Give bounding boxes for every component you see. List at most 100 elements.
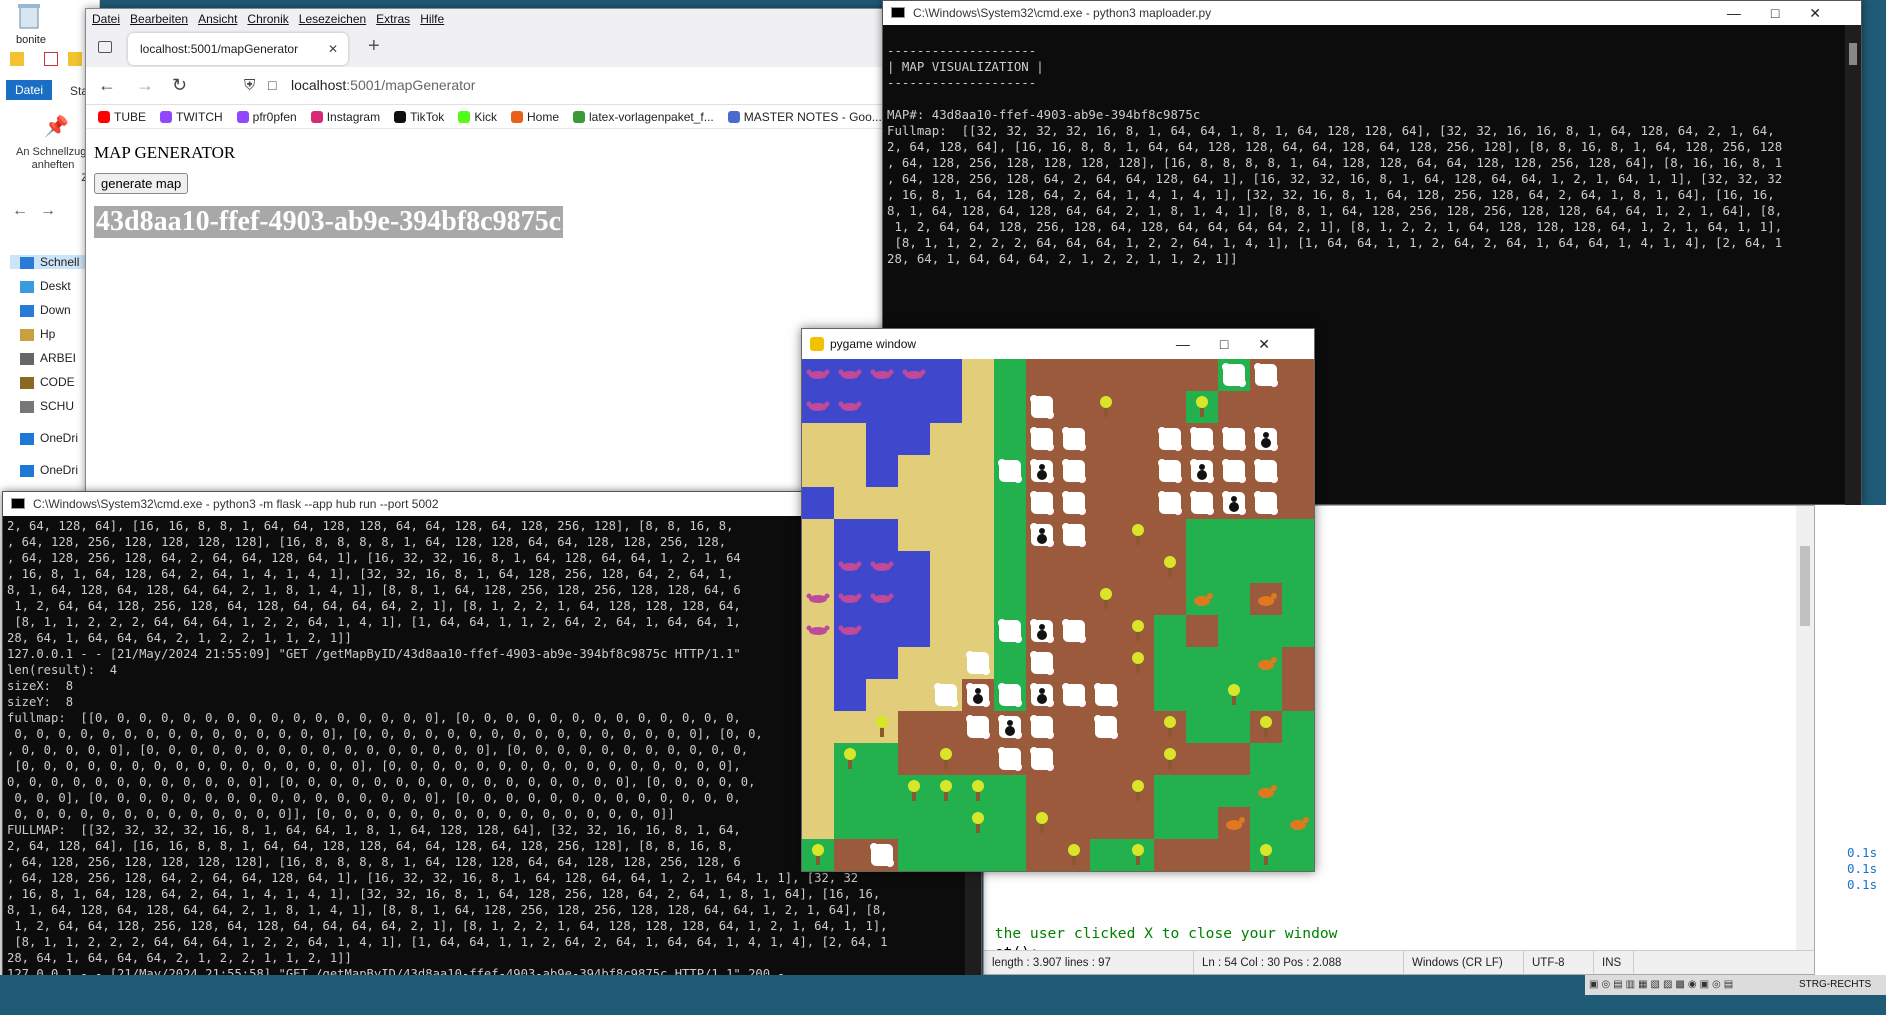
menu-item[interactable]: Datei bbox=[92, 12, 120, 26]
map-canvas[interactable] bbox=[802, 359, 1314, 871]
bookmark-item[interactable]: Home bbox=[510, 110, 559, 124]
map-tile bbox=[898, 519, 930, 551]
snow-blob bbox=[1174, 507, 1182, 515]
map-tile bbox=[994, 807, 1026, 839]
tree-crown bbox=[972, 812, 984, 824]
menu-item[interactable]: Chronik bbox=[247, 12, 288, 26]
map-tile bbox=[1186, 679, 1218, 711]
ribbon-tab-datei[interactable]: Datei bbox=[6, 80, 52, 100]
snow-blob bbox=[1030, 523, 1038, 531]
snow-blob bbox=[1206, 475, 1214, 483]
menu-item[interactable]: Ansicht bbox=[198, 12, 237, 26]
new-tab-icon[interactable]: + bbox=[368, 35, 380, 58]
menu-item[interactable]: Bearbeiten bbox=[130, 12, 188, 26]
bookmark-item[interactable]: Kick bbox=[458, 110, 497, 124]
cmd-titlebar: C:\Windows\System32\cmd.exe - python3 ma… bbox=[883, 1, 1861, 25]
map-tile bbox=[1154, 359, 1186, 391]
snow-blob bbox=[1174, 475, 1182, 483]
reload-icon[interactable]: ↻ bbox=[172, 75, 187, 96]
editor-scrollbar-thumb[interactable] bbox=[1800, 546, 1810, 626]
sidebar-item[interactable]: ARBEI bbox=[20, 351, 76, 365]
tray-icons[interactable]: ▣◎▤▥▦▧▨▩◉▣◎▤ bbox=[1589, 975, 1736, 995]
back-icon[interactable]: ← bbox=[98, 75, 116, 96]
status-field: INS bbox=[1594, 951, 1634, 974]
bookmark-item[interactable]: TikTok bbox=[394, 110, 444, 124]
map-tile bbox=[1122, 679, 1154, 711]
page-info-icon[interactable]: □ bbox=[268, 77, 276, 93]
sidebar-item[interactable]: OneDri bbox=[20, 431, 78, 445]
tree-crown bbox=[1132, 620, 1144, 632]
snow-blob bbox=[1014, 635, 1022, 643]
menu-item[interactable]: Hilfe bbox=[420, 12, 444, 26]
tab-list-icon[interactable] bbox=[98, 41, 112, 53]
map-tile bbox=[802, 455, 834, 487]
map-tile bbox=[1090, 487, 1122, 519]
sidebar-item[interactable]: Down bbox=[20, 303, 71, 317]
recycle-bin-icon[interactable] bbox=[12, 2, 46, 32]
snow-tile bbox=[1062, 523, 1086, 547]
tree-crown bbox=[876, 716, 888, 728]
snow-blob bbox=[982, 667, 990, 675]
bookmark-item[interactable]: latex-vorlagenpaket_f... bbox=[573, 110, 714, 124]
sidebar-item[interactable]: Deskt bbox=[20, 279, 71, 293]
snow-tile bbox=[998, 683, 1022, 707]
window-controls[interactable]: —□✕ bbox=[1727, 1, 1851, 25]
snow-blob bbox=[1270, 475, 1278, 483]
crab-claw bbox=[856, 561, 862, 567]
map-tile bbox=[1282, 647, 1314, 679]
shield-icon[interactable]: ⛨ bbox=[244, 77, 255, 94]
cmd-icon bbox=[11, 498, 25, 509]
bookmark-item[interactable]: pfr0pfen bbox=[236, 110, 297, 124]
map-tile bbox=[1186, 743, 1218, 775]
bookmark-item[interactable]: TWITCH bbox=[160, 110, 223, 124]
snow-tile bbox=[998, 459, 1022, 483]
map-tile bbox=[1282, 519, 1314, 551]
tree-crown bbox=[1036, 812, 1048, 824]
pygame-title: pygame window bbox=[830, 337, 917, 351]
map-tile bbox=[930, 391, 962, 423]
bookmark-item[interactable]: TUBE bbox=[98, 110, 146, 124]
fox-head bbox=[1271, 593, 1277, 599]
map-tile bbox=[1218, 711, 1250, 743]
crab-body bbox=[841, 627, 859, 635]
bookmark-item[interactable]: Instagram bbox=[310, 110, 380, 124]
map-tile bbox=[930, 839, 962, 871]
snow-blob bbox=[1270, 507, 1278, 515]
window-controls[interactable]: —□✕ bbox=[1176, 329, 1300, 359]
snow-blob bbox=[1254, 459, 1262, 467]
pin-icon[interactable]: 📌 bbox=[44, 114, 69, 139]
bookmark-label: latex-vorlagenpaket_f... bbox=[589, 109, 714, 124]
close-tab-icon[interactable]: ✕ bbox=[328, 33, 338, 65]
folder-icon bbox=[20, 280, 34, 293]
snowman-body bbox=[1197, 470, 1207, 480]
cmd-icon bbox=[891, 7, 905, 18]
bookmark-icon bbox=[394, 110, 407, 123]
snow-blob bbox=[1030, 747, 1038, 755]
map-tile bbox=[834, 519, 866, 551]
system-tray: ▣◎▤▥▦▧▨▩◉▣◎▤ STRG-RECHTS bbox=[1585, 975, 1886, 995]
bookmark-item[interactable]: MASTER NOTES - Goo... bbox=[727, 110, 882, 124]
menu-item[interactable]: Lesezeichen bbox=[299, 12, 366, 26]
sidebar-item[interactable]: OneDri bbox=[20, 463, 78, 477]
explorer-nav-arrows[interactable]: ←→ bbox=[12, 202, 68, 220]
bookmark-icon bbox=[573, 110, 585, 123]
map-tile bbox=[962, 359, 994, 391]
sidebar-item[interactable]: CODE bbox=[20, 375, 75, 389]
map-tile bbox=[1122, 455, 1154, 487]
sidebar-item[interactable]: SCHU bbox=[20, 399, 74, 413]
folder-icon bbox=[20, 328, 34, 341]
map-tile bbox=[802, 711, 834, 743]
map-tile bbox=[866, 647, 898, 679]
map-tile bbox=[1090, 743, 1122, 775]
browser-tab[interactable]: localhost:5001/mapGenerator ✕ bbox=[128, 33, 348, 65]
editor-scrollbar[interactable] bbox=[1796, 506, 1814, 951]
generate-map-button[interactable]: generate map bbox=[94, 173, 189, 194]
scrollbar-thumb[interactable] bbox=[1849, 43, 1857, 65]
map-tile bbox=[1186, 359, 1218, 391]
snow-tile bbox=[1254, 491, 1278, 515]
forward-icon[interactable]: → bbox=[136, 75, 154, 96]
sidebar-item[interactable]: Hp bbox=[20, 327, 55, 341]
scrollbar[interactable] bbox=[1845, 25, 1861, 505]
menu-item[interactable]: Extras bbox=[376, 12, 410, 26]
url-bar[interactable]: localhost:5001/mapGenerator bbox=[291, 77, 475, 93]
